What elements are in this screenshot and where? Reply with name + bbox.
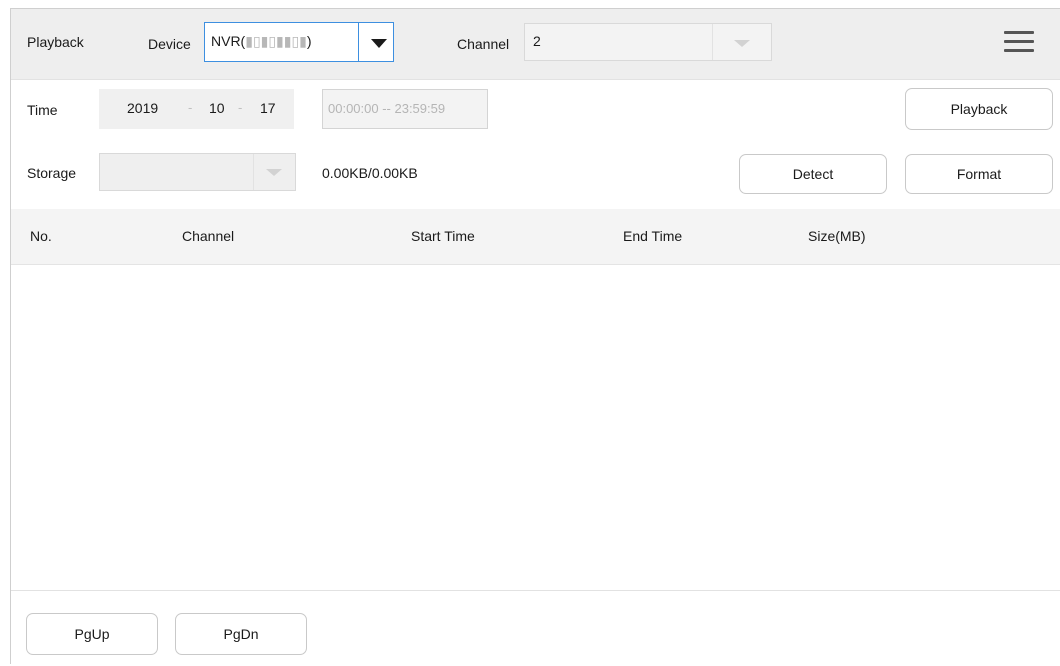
pagination-bar: PgUp PgDn: [11, 590, 1060, 666]
column-header-end-time: End Time: [623, 228, 683, 244]
dropdown-divider: [712, 24, 713, 60]
year-field[interactable]: 2019: [127, 100, 158, 116]
format-button[interactable]: Format: [905, 154, 1053, 194]
playback-button[interactable]: Playback: [905, 88, 1053, 130]
top-toolbar: Playback Device NVR(▮▯▮▯▮▮▯▮) Channel 2: [11, 9, 1060, 80]
day-field[interactable]: 17: [260, 100, 276, 116]
date-separator: -: [238, 100, 243, 115]
column-header-channel: Channel: [182, 228, 235, 244]
channel-value: 2: [533, 33, 541, 49]
dropdown-divider: [358, 23, 359, 61]
page-down-button[interactable]: PgDn: [175, 613, 307, 655]
column-header-size: Size(MB): [808, 228, 866, 244]
page-title: Playback: [27, 34, 84, 50]
channel-dropdown[interactable]: 2: [524, 23, 772, 61]
channel-label: Channel: [457, 36, 510, 52]
storage-label: Storage: [27, 165, 77, 181]
column-header-no: No.: [30, 228, 52, 244]
storage-capacity: 0.00KB/0.00KB: [322, 165, 418, 181]
device-label: Device: [148, 36, 191, 52]
table-header: No. Channel Start Time End Time Size(MB): [11, 209, 1060, 265]
playback-panel: Playback Device NVR(▮▯▮▯▮▮▯▮) Channel 2 …: [10, 8, 1060, 666]
hamburger-menu-icon[interactable]: [1004, 31, 1034, 53]
device-dropdown[interactable]: NVR(▮▯▮▯▮▮▯▮): [204, 22, 394, 62]
chevron-down-icon[interactable]: [371, 39, 387, 48]
record-list: [11, 265, 1060, 590]
storage-dropdown[interactable]: [99, 153, 296, 191]
detect-button[interactable]: Detect: [739, 154, 887, 194]
time-label: Time: [27, 102, 58, 118]
month-field[interactable]: 10: [209, 100, 225, 116]
column-header-start-time: Start Time: [411, 228, 475, 244]
date-picker[interactable]: 2019 - 10 - 17: [99, 89, 294, 129]
dropdown-divider: [253, 154, 254, 190]
chevron-down-icon[interactable]: [734, 40, 750, 47]
device-value: NVR(▮▯▮▯▮▮▯▮): [211, 33, 312, 49]
date-separator: -: [188, 100, 193, 115]
chevron-down-icon[interactable]: [266, 169, 282, 176]
page-up-button[interactable]: PgUp: [26, 613, 158, 655]
time-range-field[interactable]: 00:00:00 -- 23:59:59: [322, 89, 488, 129]
masked-device-address: ▮▯▮▯▮▮▯▮: [245, 33, 307, 49]
